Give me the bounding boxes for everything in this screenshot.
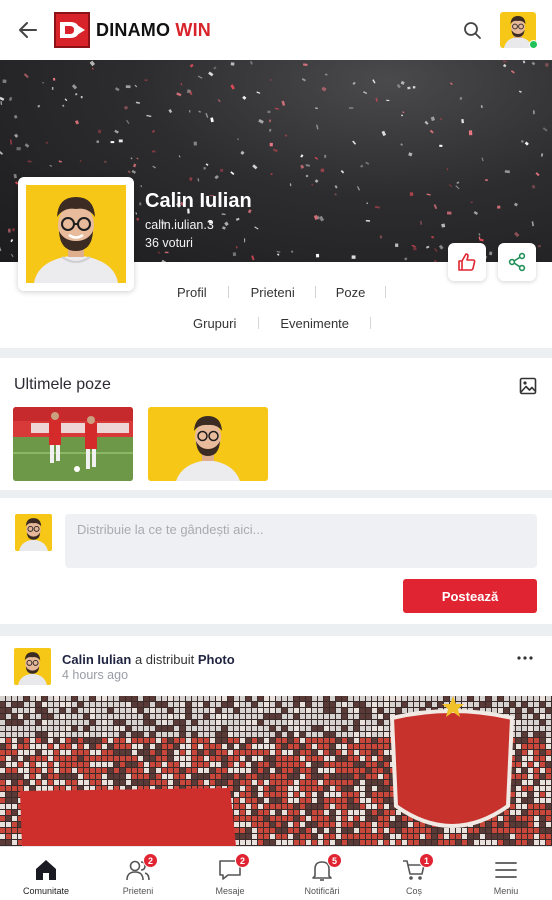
share-button[interactable] bbox=[498, 243, 536, 281]
nav-label: Coș bbox=[405, 886, 422, 896]
app-logo[interactable]: DINAMO WIN bbox=[54, 12, 211, 48]
post-header-line: Calin Iulian a distribuit Photo bbox=[62, 652, 235, 667]
logo-text-primary: DINAMO bbox=[96, 19, 171, 40]
notification-badge: 5 bbox=[327, 853, 342, 868]
post-action-text: a distribuit bbox=[134, 652, 195, 667]
image-gallery-icon bbox=[519, 377, 537, 395]
nav-item-cos[interactable]: 1 Coș bbox=[368, 847, 460, 900]
tab-poze[interactable]: Poze bbox=[336, 285, 366, 300]
home-icon bbox=[36, 860, 56, 880]
back-button[interactable] bbox=[14, 16, 42, 44]
share-icon bbox=[508, 252, 526, 272]
online-status-dot bbox=[529, 40, 538, 49]
post-timestamp: 4 hours ago bbox=[62, 668, 129, 682]
post-author-avatar[interactable] bbox=[14, 648, 51, 685]
like-button[interactable] bbox=[448, 243, 486, 281]
nav-item-comunitate[interactable]: Comunitate bbox=[0, 847, 92, 900]
photo-thumbnail[interactable] bbox=[13, 407, 133, 481]
composer-avatar bbox=[15, 514, 52, 551]
nav-item-notificari[interactable]: 5 Notificări bbox=[276, 847, 368, 900]
post-object-link[interactable]: Photo bbox=[198, 652, 235, 667]
search-icon bbox=[464, 22, 481, 39]
nav-item-prieteni[interactable]: 2 Prieteni bbox=[92, 847, 184, 900]
post-photo[interactable] bbox=[0, 696, 552, 846]
logo-text-accent: WIN bbox=[175, 19, 211, 40]
nav-item-meniu[interactable]: Meniu bbox=[460, 847, 552, 900]
post-author-name[interactable]: Calin Iulian bbox=[62, 652, 131, 667]
tab-divider bbox=[370, 317, 372, 329]
post-options-button[interactable] bbox=[514, 650, 536, 666]
profile-tabs-row-2: Grupuri Evenimente bbox=[193, 313, 372, 333]
tab-evenimente[interactable]: Evenimente bbox=[280, 316, 349, 331]
thumbs-up-icon bbox=[458, 253, 476, 271]
tab-divider bbox=[227, 286, 229, 298]
tab-divider bbox=[258, 317, 260, 329]
tab-divider bbox=[314, 286, 316, 298]
top-bar: DINAMO WIN bbox=[0, 0, 552, 60]
tab-divider bbox=[385, 286, 387, 298]
profile-tabs-row-1: Profil Prieteni Poze bbox=[177, 282, 387, 302]
tab-profil[interactable]: Profil bbox=[177, 285, 207, 300]
nav-label: Notificări bbox=[304, 886, 340, 896]
gallery-button[interactable] bbox=[518, 376, 538, 396]
profile-username: calin.iulian.3 bbox=[145, 218, 214, 232]
nav-label: Mesaje bbox=[215, 886, 245, 896]
nav-label: Meniu bbox=[493, 886, 519, 896]
nav-item-mesaje[interactable]: 2 Mesaje bbox=[184, 847, 276, 900]
notification-badge: 1 bbox=[419, 853, 434, 868]
search-button[interactable] bbox=[460, 18, 486, 44]
tab-grupuri[interactable]: Grupuri bbox=[193, 316, 236, 331]
nav-label: Comunitate bbox=[22, 886, 70, 896]
notification-badge: 2 bbox=[235, 853, 250, 868]
logo-text: DINAMO WIN bbox=[96, 20, 211, 41]
more-horizontal-icon bbox=[517, 656, 533, 660]
latest-photos-title: Ultimele poze bbox=[14, 376, 111, 393]
menu-icon bbox=[495, 862, 517, 878]
dinamo-logo-mark bbox=[54, 12, 90, 48]
photo-thumbnail[interactable] bbox=[148, 407, 268, 481]
nav-label: Prieteni bbox=[122, 886, 154, 896]
notification-badge: 2 bbox=[143, 853, 158, 868]
tab-prieteni[interactable]: Prieteni bbox=[251, 285, 295, 300]
bottom-navigation: Comunitate 2 Prieteni 2 Mesaje 5 Notific… bbox=[0, 846, 552, 900]
publish-post-button[interactable]: Postează bbox=[403, 579, 537, 613]
post-composer-input[interactable] bbox=[65, 514, 537, 568]
profile-photo[interactable] bbox=[18, 177, 134, 291]
profile-votes: 36 voturi bbox=[145, 236, 193, 250]
profile-name: Calin Iulian bbox=[145, 190, 252, 212]
arrow-left-icon bbox=[19, 22, 37, 38]
